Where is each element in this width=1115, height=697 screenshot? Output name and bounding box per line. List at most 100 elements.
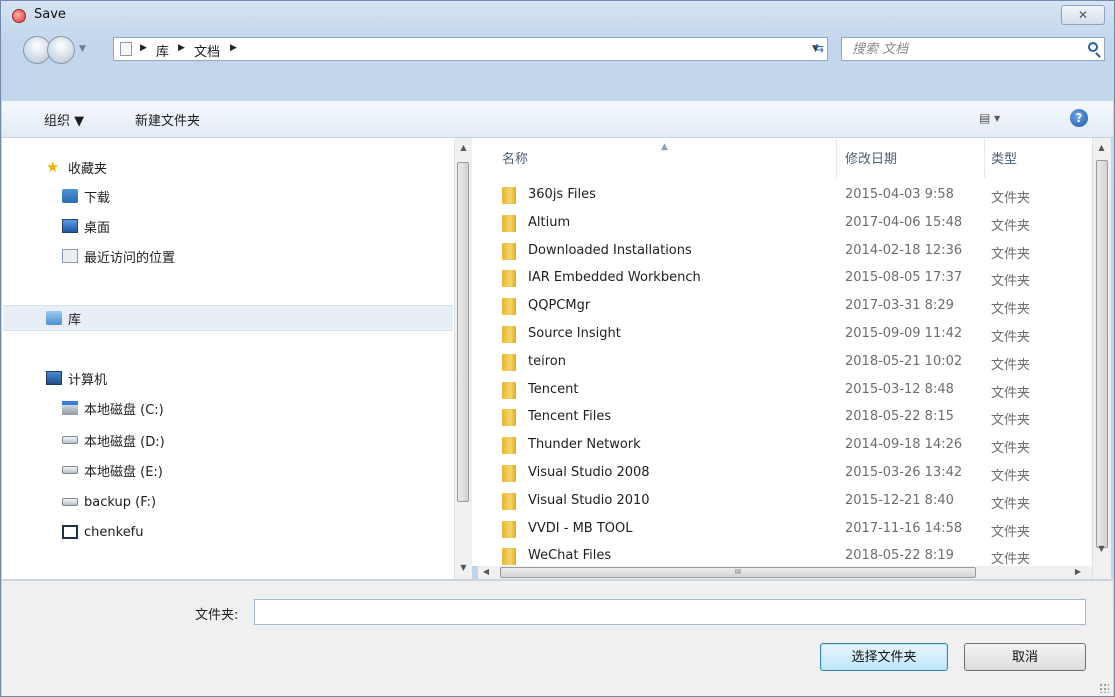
desktop-icon: [62, 219, 78, 233]
navigation-bar: ▼ ▶ 库 ▶ 文档 ▶ ▼ ⇆: [1, 32, 1114, 68]
file-list: 名称 ▲ 修改日期 类型 360js Files 2015-04-03 9:58 文…: [472, 138, 1092, 566]
dialog-footer: 文件夹: 选择文件夹 取消: [2, 580, 1113, 696]
sidebar-item-drive-c[interactable]: 本地磁盘 (C:): [62, 397, 164, 419]
sidebar-item-label: 本地磁盘 (C:): [84, 402, 164, 418]
horizontal-scrollbar[interactable]: ◀ III ▶: [478, 566, 1092, 579]
cancel-button[interactable]: 取消: [964, 643, 1086, 671]
file-list-scrollbar[interactable]: ▲ ▼: [1092, 138, 1111, 579]
title-bar: Save ✕: [1, 1, 1114, 31]
scrollbar-thumb[interactable]: [457, 162, 469, 502]
breadcrumb-arrow-icon[interactable]: ▶: [140, 43, 147, 53]
sidebar-item-label: 收藏夹: [68, 161, 108, 177]
close-button[interactable]: ✕: [1061, 5, 1105, 25]
file-row[interactable]: IAR Embedded Workbench 2015-08-05 17:37 文件…: [472, 265, 1092, 293]
file-row[interactable]: Tencent Files 2018-05-22 8:15 文件夹: [472, 404, 1092, 432]
sidebar-item-recent[interactable]: 最近访问的位置: [62, 245, 175, 267]
file-name: Source Insight: [528, 326, 621, 341]
file-row[interactable]: Downloaded Installations 2014-02-18 12:36…: [472, 238, 1092, 266]
sidebar-item-label: 库: [68, 312, 82, 328]
folder-icon: [502, 520, 516, 538]
breadcrumb-arrow-icon[interactable]: ▶: [178, 43, 185, 53]
sidebar-item-library[interactable]: 库: [3, 305, 453, 331]
help-icon[interactable]: ?: [1070, 109, 1088, 127]
folder-icon: [502, 548, 516, 566]
file-name: VVDI - MB TOOL: [528, 520, 633, 536]
scroll-up-icon[interactable]: ▲: [455, 140, 472, 156]
sidebar-item-user[interactable]: chenkefu: [62, 521, 144, 543]
file-row[interactable]: Altium 2017-04-06 15:48 文件夹: [472, 210, 1092, 238]
breadcrumb-arrow-icon[interactable]: ▶: [230, 43, 237, 53]
scrollbar-thumb[interactable]: [1096, 160, 1108, 548]
file-date: 2018-05-21 10:02: [845, 353, 963, 369]
sidebar-item-label: 下载: [84, 190, 111, 206]
file-type: 文件夹: [991, 246, 1031, 262]
column-header-date[interactable]: 修改日期: [845, 138, 897, 178]
column-divider[interactable]: [984, 138, 985, 178]
file-row[interactable]: Visual Studio 2010 2015-12-21 8:40 文件夹: [472, 488, 1092, 516]
sidebar-item-drive-d[interactable]: 本地磁盘 (D:): [62, 429, 165, 451]
file-type: 文件夹: [991, 330, 1031, 345]
folder-icon: [502, 465, 516, 482]
file-name: QQPCMgr: [528, 298, 591, 314]
new-folder-button[interactable]: 新建文件夹: [135, 110, 200, 129]
forward-button[interactable]: [47, 36, 75, 64]
file-date: 2015-03-12 8:48: [845, 381, 954, 397]
star-icon: ★: [46, 158, 60, 176]
file-date: 2014-02-18 12:36: [845, 242, 963, 258]
file-row[interactable]: Visual Studio 2008 2015-03-26 13:42 文件夹: [472, 460, 1092, 488]
file-name: WeChat Files: [528, 548, 612, 564]
scroll-down-icon[interactable]: ▼: [455, 560, 472, 576]
breadcrumb-library[interactable]: 库: [156, 41, 169, 60]
file-row[interactable]: Source Insight 2015-09-09 11:42 文件夹: [472, 321, 1092, 349]
column-header-name[interactable]: 名称: [502, 138, 528, 178]
view-options-icon[interactable]: ▤ ▾: [979, 111, 1000, 125]
column-divider[interactable]: [836, 138, 837, 178]
scroll-up-icon[interactable]: ▲: [1093, 140, 1110, 156]
folder-icon: [502, 409, 516, 427]
sidebar-item-drive-f[interactable]: backup (F:): [62, 491, 156, 513]
file-type: 文件夹: [991, 469, 1031, 484]
file-date: 2017-11-16 14:58: [845, 520, 963, 536]
organize-menu-button[interactable]: 组织 ▼: [44, 110, 84, 129]
sidebar-item-desktop[interactable]: 桌面: [62, 215, 110, 237]
scroll-left-icon[interactable]: ◀: [480, 564, 492, 580]
address-bar[interactable]: ▶ 库 ▶ 文档 ▶ ▼: [113, 37, 828, 61]
search-icon[interactable]: [1088, 42, 1098, 52]
file-row[interactable]: Thunder Network 2014-09-18 14:26 文件夹: [472, 432, 1092, 460]
sidebar-item-favorites[interactable]: ★ 收藏夹: [46, 156, 107, 178]
file-row[interactable]: VVDI - MB TOOL 2017-11-16 14:58 文件夹: [472, 516, 1092, 544]
sidebar-item-label: 计算机: [68, 372, 108, 388]
history-dropdown-icon[interactable]: ▼: [79, 44, 86, 54]
scroll-right-icon[interactable]: ▶: [1072, 564, 1084, 580]
sidebar-item-computer[interactable]: 计算机: [46, 367, 107, 389]
file-type: 文件夹: [991, 496, 1031, 512]
refresh-icon[interactable]: ⇆: [807, 37, 831, 59]
navigation-scrollbar[interactable]: ▲ ▼: [454, 138, 472, 579]
drive-icon: [62, 466, 78, 474]
resize-grip-icon[interactable]: [1099, 683, 1109, 693]
select-folder-button[interactable]: 选择文件夹: [820, 643, 948, 671]
file-row[interactable]: teiron 2018-05-21 10:02 文件夹: [472, 349, 1092, 377]
file-type: 文件夹: [991, 191, 1031, 206]
file-row[interactable]: 360js Files 2015-04-03 9:58 文件夹: [472, 182, 1092, 210]
drive-icon: [62, 436, 78, 444]
scroll-down-icon[interactable]: ▼: [1093, 541, 1110, 557]
search-input[interactable]: [842, 38, 1092, 60]
file-date: 2014-09-18 14:26: [845, 437, 963, 453]
file-row[interactable]: Tencent 2015-03-12 8:48 文件夹: [472, 377, 1092, 405]
folder-icon: [502, 381, 516, 399]
breadcrumb-documents[interactable]: 文档: [194, 41, 220, 60]
file-row[interactable]: QQPCMgr 2017-03-31 8:29 文件夹: [472, 293, 1092, 321]
download-folder-icon: [62, 189, 78, 203]
sidebar-item-drive-e[interactable]: 本地磁盘 (E:): [62, 459, 163, 481]
file-type: 文件夹: [991, 302, 1031, 318]
sidebar-item-label: 桌面: [84, 220, 111, 236]
file-row[interactable]: WeChat Files 2018-05-22 8:19 文件夹: [472, 543, 1092, 566]
folder-icon: [502, 492, 516, 510]
folder-name-input[interactable]: [254, 599, 1086, 625]
file-name: Downloaded Installations: [528, 242, 692, 258]
drive-icon: [62, 498, 78, 506]
scrollbar-thumb[interactable]: III: [500, 567, 976, 578]
column-header-type[interactable]: 类型: [991, 138, 1017, 178]
sidebar-item-downloads[interactable]: 下载: [62, 185, 110, 207]
